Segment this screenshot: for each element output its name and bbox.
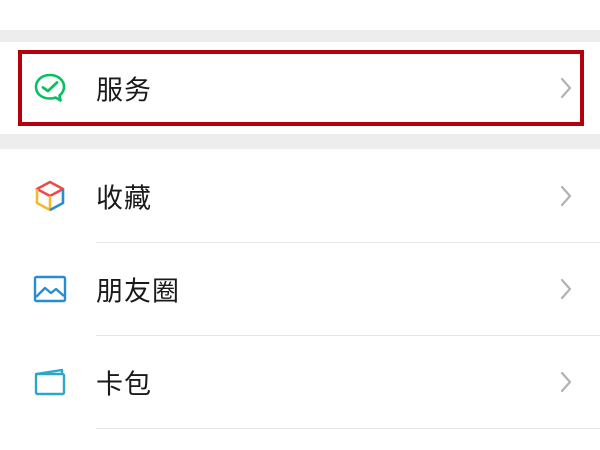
section-gap-top [0, 30, 600, 42]
chevron-right-icon [558, 370, 574, 394]
card-wallet-icon [32, 364, 68, 400]
menu-item-label: 卡包 [96, 369, 152, 401]
menu-item-label: 收藏 [96, 183, 152, 215]
menu-item-moments[interactable]: 朋友圈 [0, 243, 600, 335]
services-icon [32, 70, 68, 106]
menu-item-favorites[interactable]: 收藏 [0, 150, 600, 242]
chevron-right-icon [558, 277, 574, 301]
moments-picture-icon [32, 271, 68, 307]
chevron-right-icon [558, 76, 574, 100]
chevron-right-icon [558, 184, 574, 208]
menu-item-services[interactable]: 服务 [0, 42, 600, 134]
section-gap-middle [0, 134, 600, 149]
menu-item-cards[interactable]: 卡包 [0, 336, 600, 428]
menu-item-label: 服务 [96, 75, 152, 107]
favorites-cube-icon [32, 178, 68, 214]
menu-item-label: 朋友圈 [96, 276, 180, 308]
divider [96, 428, 600, 429]
